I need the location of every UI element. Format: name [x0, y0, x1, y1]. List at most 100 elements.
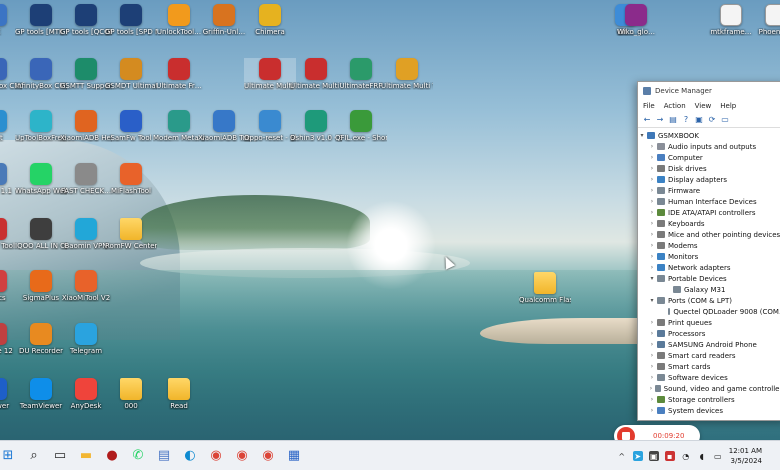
tree-category[interactable]: › Sound, video and game controllers [638, 383, 780, 394]
expand-arrow-icon[interactable]: › [648, 165, 656, 172]
properties-icon[interactable]: ▤ [668, 115, 678, 125]
tree-device[interactable]: Galaxy M31 [638, 284, 780, 295]
desktop-icon[interactable]: Ultimate Multi Too… [381, 58, 433, 90]
desktop-icon[interactable]: Telegram [60, 323, 112, 355]
tree-category[interactable]: › Computer [638, 152, 780, 163]
menu-file[interactable]: File [643, 102, 655, 110]
expand-arrow-icon[interactable]: › [648, 396, 656, 403]
expand-arrow-icon[interactable]: › [648, 198, 656, 205]
expand-arrow-icon[interactable]: › [648, 220, 656, 227]
tree-category[interactable]: › Mice and other pointing devices [638, 229, 780, 240]
collapse-arrow-icon[interactable]: ▾ [648, 275, 656, 282]
tree-category[interactable]: › Disk drives [638, 163, 780, 174]
desktop-icon[interactable]: MiFlashTool [105, 163, 157, 195]
tray-chevron-icon[interactable]: ^ [617, 451, 627, 461]
desktop-icon[interactable]: Ultimate Fr… [153, 58, 205, 90]
desktop-icon[interactable]: RomFW Center [105, 218, 157, 250]
tree-root[interactable]: ▾ GSMXBOOK [638, 130, 780, 141]
expand-arrow-icon[interactable]: › [648, 352, 656, 359]
tray-app2-icon[interactable]: ▪ [664, 451, 675, 461]
tree-category[interactable]: › Monitors [638, 251, 780, 262]
expand-arrow-icon[interactable]: › [648, 154, 656, 161]
tray-network-icon[interactable]: ◔ [681, 451, 691, 461]
tray-battery-icon[interactable]: ▭ [713, 451, 723, 461]
tree-category[interactable]: › Human Interface Devices [638, 196, 780, 207]
expand-arrow-icon[interactable]: › [648, 363, 656, 370]
search-icon[interactable]: ⌕ [24, 446, 44, 466]
tree-category[interactable]: › Smart cards [638, 361, 780, 372]
app-red-icon[interactable]: ● [102, 446, 122, 466]
ticket-icon[interactable]: ▤ [154, 446, 174, 466]
desktop-icon[interactable]: XiaomiADB Tool v1.7 [198, 110, 250, 142]
desktop-icon[interactable]: QFIL.exe - Shortcut [335, 110, 387, 142]
start-icon[interactable]: ⊞ [0, 446, 18, 466]
expand-arrow-icon[interactable]: › [648, 209, 656, 216]
expand-arrow-icon[interactable]: › [648, 231, 656, 238]
help-icon[interactable]: ? [681, 115, 691, 125]
expand-arrow-icon[interactable]: › [648, 319, 656, 326]
tree-category[interactable]: › Network adapters [638, 262, 780, 273]
desktop-icon[interactable]: GP tools [SPD Mod… [105, 4, 157, 36]
tray-app-icon[interactable]: ▣ [648, 451, 659, 461]
device-manager-window[interactable]: Device Manager File Action View Help ← →… [637, 81, 780, 421]
menu-help[interactable]: Help [720, 102, 736, 110]
desktop-icon[interactable]: Griffin-Unl… [198, 4, 250, 36]
forward-icon[interactable]: → [655, 115, 665, 125]
expand-arrow-icon[interactable]: › [648, 242, 656, 249]
desktop-icon[interactable]: Phoenix… [750, 4, 780, 36]
scan-icon[interactable]: ⟳ [707, 115, 717, 125]
tree-category[interactable]: › SAMSUNG Android Phone [638, 339, 780, 350]
desktop-icon[interactable]: Chimera [244, 4, 296, 36]
collapse-arrow-icon[interactable]: ▾ [638, 132, 646, 139]
back-icon[interactable]: ← [642, 115, 652, 125]
tree-category[interactable]: › IDE ATA/ATAPI controllers [638, 207, 780, 218]
tree-device[interactable]: Quectel QDLoader 9008 (COM… [638, 306, 780, 317]
chrome-profile-icon[interactable]: ◉ [232, 446, 252, 466]
tree-category[interactable]: › System devices [638, 405, 780, 416]
tree-category[interactable]: › Software devices [638, 372, 780, 383]
tree-category[interactable]: ▾ Ports (COM & LPT) [638, 295, 780, 306]
tree-category[interactable]: › Storage controllers [638, 394, 780, 405]
expand-arrow-icon[interactable]: › [648, 264, 656, 271]
clock[interactable]: 12:01 AM 3/5/2024 [729, 446, 762, 466]
collapse-arrow-icon[interactable]: ▾ [648, 297, 656, 304]
tree-category[interactable]: › Print queues [638, 317, 780, 328]
expand-arrow-icon[interactable]: › [648, 143, 656, 150]
file-explorer-icon[interactable]: ▬ [76, 446, 96, 466]
tray-telegram-icon[interactable]: ➤ [632, 451, 643, 461]
expand-arrow-icon[interactable]: › [648, 176, 656, 183]
tree-category[interactable]: › Firmware [638, 185, 780, 196]
task-view-icon[interactable]: ▭ [50, 446, 70, 466]
desktop-icon[interactable]: Ultimate Multi Tool - QcFire [244, 58, 296, 90]
desktop-icon[interactable]: Wiko_glo… [610, 4, 662, 36]
tree-category[interactable]: › Display adapters [638, 174, 780, 185]
tray-volume-icon[interactable]: ◖ [697, 451, 707, 461]
tree-category[interactable]: › Keyboards [638, 218, 780, 229]
tree-category[interactable]: › Audio inputs and outputs [638, 141, 780, 152]
desktop-icon[interactable]: XiaoMiTool V2 [60, 270, 112, 302]
desktop-icon[interactable]: SamFw Tool [105, 110, 157, 142]
expand-arrow-icon[interactable]: › [648, 385, 654, 392]
expand-arrow-icon[interactable]: › [648, 187, 656, 194]
desktop-icon[interactable]: Read [153, 378, 205, 410]
window-title-bar[interactable]: Device Manager [638, 82, 780, 99]
whatsapp-icon[interactable]: ✆ [128, 446, 148, 466]
tree-category[interactable]: › Modems [638, 240, 780, 251]
edge-icon[interactable]: ◐ [180, 446, 200, 466]
desktop-icon[interactable]: GSMDT Ultimate … [105, 58, 157, 90]
expand-arrow-icon[interactable]: › [648, 374, 656, 381]
tree-category[interactable]: › Smart card readers [638, 350, 780, 361]
show-desktop-button[interactable] [770, 441, 780, 470]
desktop-icon[interactable]: UltimateFRP [335, 58, 387, 90]
tree-category[interactable]: › Processors [638, 328, 780, 339]
store-icon[interactable]: ▦ [284, 446, 304, 466]
tree-category[interactable]: ▾ Portable Devices [638, 273, 780, 284]
expand-arrow-icon[interactable]: › [648, 253, 656, 260]
expand-arrow-icon[interactable]: › [648, 341, 656, 348]
menu-view[interactable]: View [695, 102, 712, 110]
desktop-icon[interactable]: 000 [105, 378, 157, 410]
chrome-icon[interactable]: ◉ [206, 446, 226, 466]
chrome-alt-icon[interactable]: ◉ [258, 446, 278, 466]
expand-arrow-icon[interactable]: › [648, 407, 656, 414]
monitor-icon[interactable]: ▭ [720, 115, 730, 125]
